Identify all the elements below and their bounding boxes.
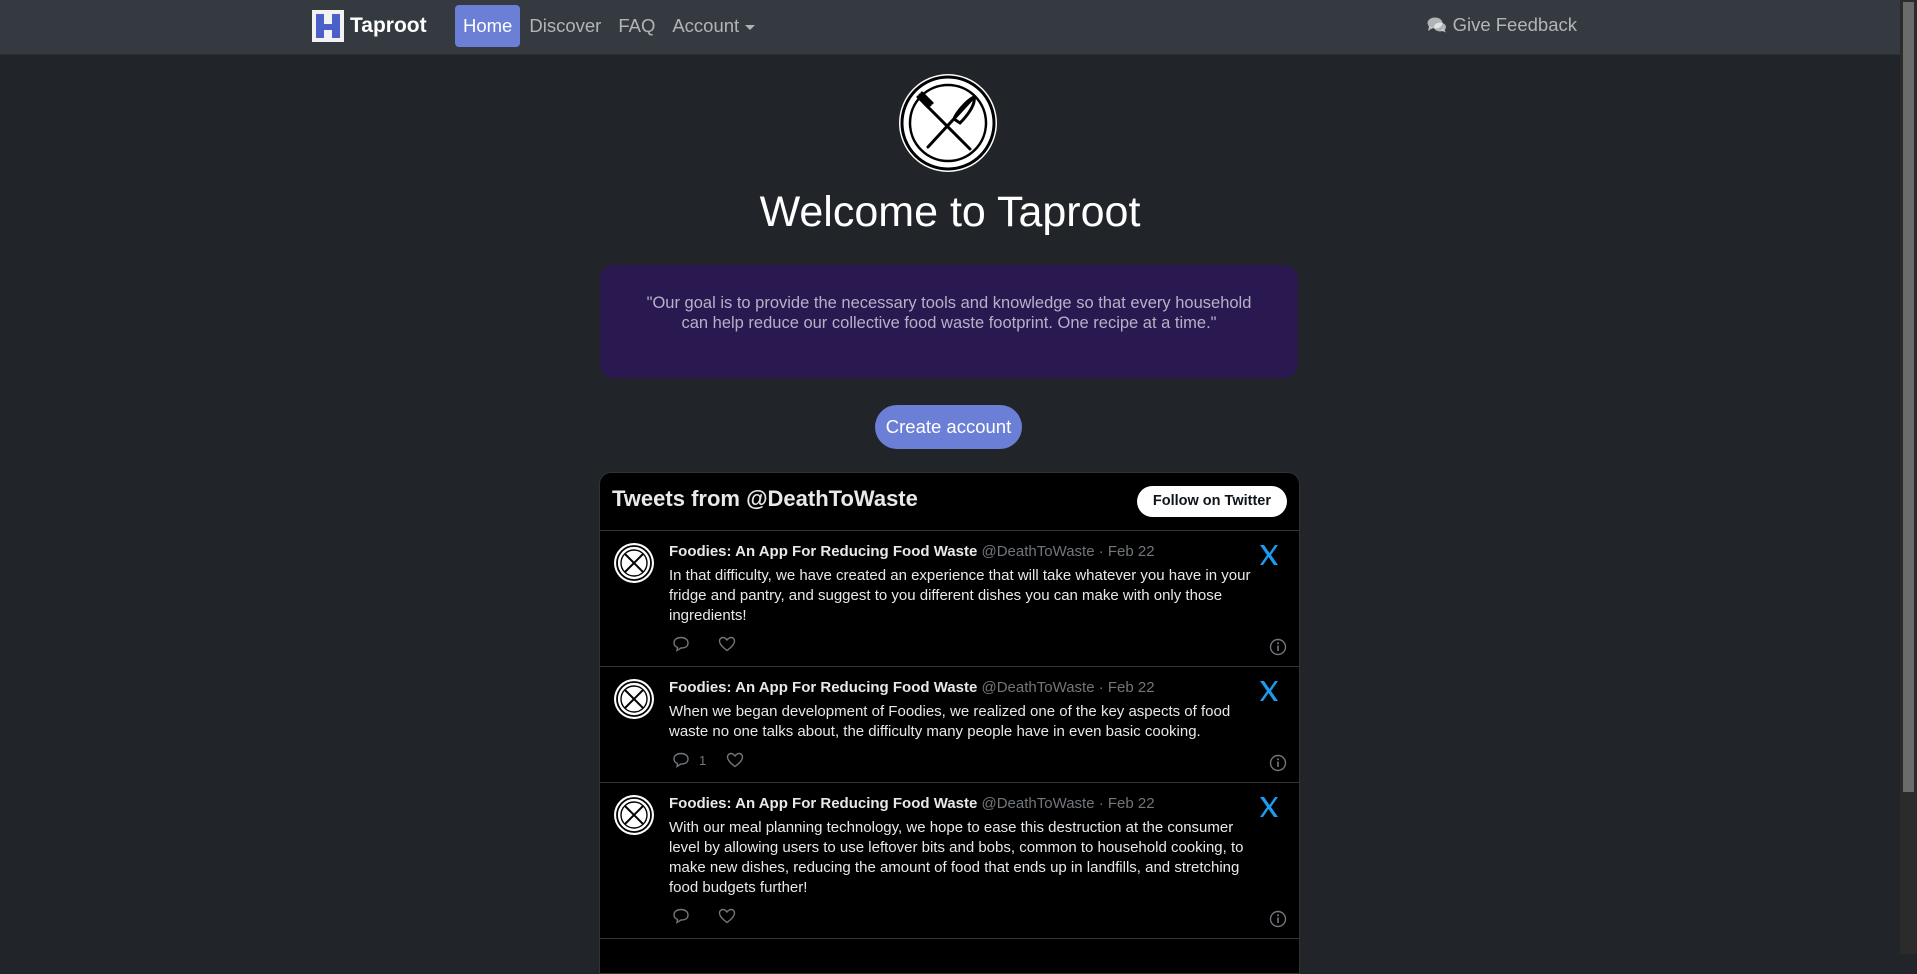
x-logo-icon[interactable] — [1257, 795, 1281, 819]
heart-icon — [726, 752, 744, 768]
mission-quote: "Our goal is to provide the necessary to… — [646, 294, 1252, 332]
tweet-text: With our meal planning technology, we ho… — [669, 819, 1244, 896]
tweet-header: Foodies: An App For Reducing Food Waste … — [669, 794, 1259, 814]
like-button[interactable] — [718, 636, 736, 652]
navbar: Taproot Home Discover FAQ Account Give F… — [0, 0, 1900, 55]
nav-links: Home Discover FAQ Account — [455, 5, 764, 47]
tweet-handle[interactable]: @DeathToWaste — [982, 679, 1095, 696]
info-icon[interactable] — [1269, 754, 1287, 772]
timeline-header: Tweets from @DeathToWaste Follow on Twit… — [600, 473, 1299, 531]
reply-icon — [673, 908, 689, 924]
tweet-text: When we began development of Foodies, we… — [669, 703, 1231, 740]
comments-icon — [1427, 17, 1446, 33]
tweet-date[interactable]: · Feb 22 — [1099, 795, 1155, 812]
info-icon[interactable] — [1269, 910, 1287, 928]
nav-account-label: Account — [672, 15, 740, 36]
avatar[interactable] — [614, 543, 654, 583]
reply-icon — [673, 752, 689, 768]
avatar[interactable] — [614, 795, 654, 835]
tweet-date[interactable]: · Feb 22 — [1099, 679, 1155, 696]
reply-button[interactable]: 1 — [672, 752, 706, 768]
twitter-timeline: Tweets from @DeathToWaste Follow on Twit… — [599, 472, 1300, 974]
tweet-handle[interactable]: @DeathToWaste — [982, 543, 1095, 560]
reply-count: 1 — [699, 752, 707, 768]
tweet[interactable]: Foodies: An App For Reducing Food Waste … — [600, 783, 1299, 939]
brand-link[interactable]: Taproot — [312, 8, 427, 44]
give-feedback-link[interactable]: Give Feedback — [1427, 14, 1577, 36]
tweet-actions — [600, 898, 1299, 938]
like-button[interactable] — [718, 908, 736, 924]
page-title: Welcome to Taproot — [759, 188, 1141, 236]
tweet-header: Foodies: An App For Reducing Food Waste … — [669, 678, 1259, 698]
tweet-handle[interactable]: @DeathToWaste — [982, 795, 1095, 812]
info-icon[interactable] — [1269, 638, 1287, 656]
x-logo-icon[interactable] — [1257, 543, 1281, 567]
tweet-actions — [600, 626, 1299, 666]
reply-icon — [673, 636, 689, 652]
reply-button[interactable] — [672, 636, 690, 652]
give-feedback-label: Give Feedback — [1452, 14, 1577, 35]
page-scrollbar[interactable] — [1900, 0, 1917, 954]
like-button[interactable] — [726, 752, 744, 768]
mission-quote-card: "Our goal is to provide the necessary to… — [600, 265, 1298, 378]
hero-plate-logo-icon — [899, 74, 997, 172]
nav-account-dropdown[interactable]: Account — [664, 5, 763, 47]
nav-home[interactable]: Home — [455, 5, 521, 47]
reply-button[interactable] — [672, 908, 690, 924]
tweet-author-name[interactable]: Foodies: An App For Reducing Food Waste — [669, 679, 977, 696]
tweet-actions: 1 — [600, 742, 1299, 782]
tweet[interactable]: Foodies: An App For Reducing Food Waste … — [600, 667, 1299, 783]
tweet-header: Foodies: An App For Reducing Food Waste … — [669, 542, 1259, 562]
heart-icon — [718, 908, 736, 924]
heart-icon — [718, 636, 736, 652]
brand-name: Taproot — [350, 14, 427, 37]
follow-on-twitter-button[interactable]: Follow on Twitter — [1136, 486, 1287, 517]
taproot-logo-icon — [312, 10, 344, 42]
tweet-author-name[interactable]: Foodies: An App For Reducing Food Waste — [669, 543, 977, 560]
nav-discover[interactable]: Discover — [521, 5, 609, 47]
tweet[interactable]: Foodies: An App For Reducing Food Waste … — [600, 531, 1299, 667]
avatar[interactable] — [614, 679, 654, 719]
tweet-date[interactable]: · Feb 22 — [1099, 543, 1155, 560]
caret-down-icon — [745, 24, 756, 30]
create-account-button[interactable]: Create account — [875, 405, 1022, 449]
x-logo-icon[interactable] — [1257, 679, 1281, 703]
tweet-author-name[interactable]: Foodies: An App For Reducing Food Waste — [669, 795, 977, 812]
tweet-text: In that difficulty, we have created an e… — [669, 567, 1251, 624]
scrollbar-thumb[interactable] — [1903, 2, 1914, 792]
timeline-title: Tweets from @DeathToWaste — [612, 486, 918, 511]
nav-faq[interactable]: FAQ — [610, 5, 663, 47]
